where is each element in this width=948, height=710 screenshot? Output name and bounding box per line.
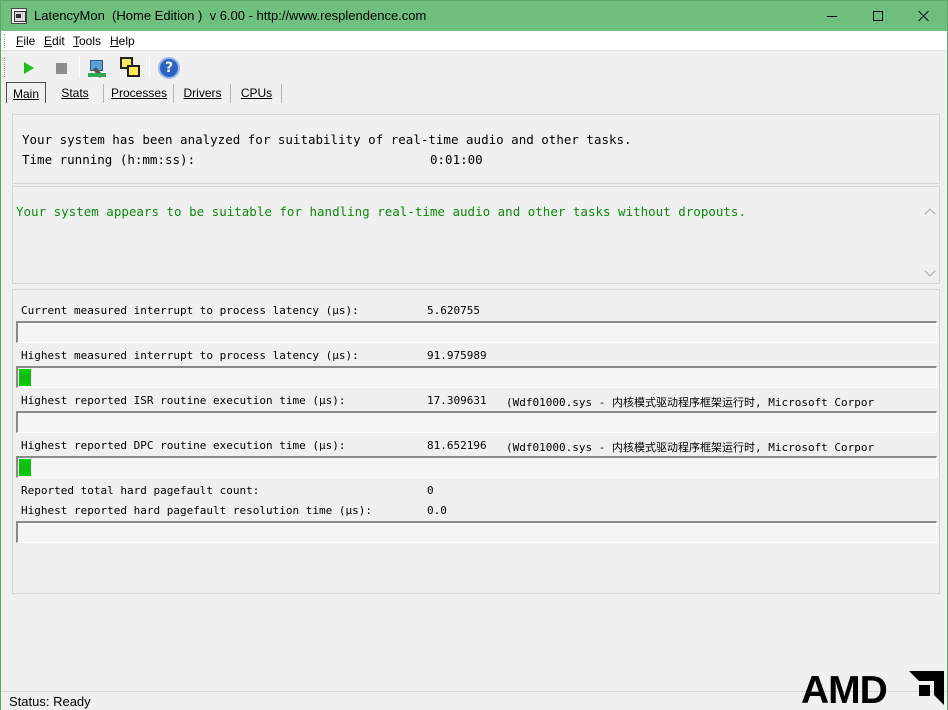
tool-button[interactable] (86, 56, 110, 80)
minimize-button[interactable] (809, 1, 855, 31)
toolbar-separator (79, 56, 80, 78)
tab-strip: Main Stats Processes Drivers CPUs (1, 82, 947, 104)
windows-icon (120, 57, 142, 79)
play-icon (24, 62, 34, 74)
maximize-icon (873, 11, 883, 21)
windows-button[interactable] (119, 56, 143, 80)
pagefault-count-value: 0 (427, 484, 434, 497)
tab-cpus-label: CPUs (240, 86, 273, 100)
info-panel: Your system has been analyzed for suitab… (12, 114, 940, 184)
verdict-text: Your system appears to be suitable for h… (16, 204, 746, 219)
pagefault-time-label: Highest reported hard pagefault resoluti… (21, 504, 372, 517)
status-text: Status: Ready (9, 694, 91, 709)
time-running-label: Time running (h:mm:ss): (22, 152, 196, 167)
latency-bar-fill (19, 369, 31, 386)
metric-value: 5.620755 (427, 304, 480, 317)
amd-arrow-icon (909, 671, 944, 705)
toolbar: ? (1, 52, 947, 82)
metric-value: 91.975989 (427, 349, 487, 362)
metric-value: 81.652196 (427, 439, 487, 452)
amd-logo-text: AMD (801, 669, 887, 707)
close-icon (918, 10, 930, 22)
app-icon[interactable] (11, 8, 27, 24)
tab-stats-label: Stats (61, 86, 89, 100)
metric-driver: (Wdf01000.sys - 内核模式驱动程序框架运行时, Microsoft… (506, 441, 875, 454)
analysis-summary: Your system has been analyzed for suitab… (22, 132, 632, 147)
title-bar[interactable]: LatencyMon (Home Edition ) v 6.00 - http… (1, 1, 947, 31)
menu-help[interactable]: Help (110, 34, 135, 48)
window-title: LatencyMon (Home Edition ) v 6.00 - http… (34, 8, 427, 23)
metrics-panel: Current measured interrupt to process la… (12, 289, 940, 594)
scroll-down-icon[interactable] (924, 265, 936, 277)
toolbar-separator-2 (149, 56, 150, 78)
amd-logo: AMD (801, 669, 944, 707)
pagefault-time-value: 0.0 (427, 504, 447, 517)
tab-processes[interactable]: Processes (104, 82, 174, 103)
latency-bar (16, 456, 937, 478)
maximize-button[interactable] (855, 1, 901, 31)
pagefault-count-label: Reported total hard pagefault count: (21, 484, 260, 497)
menu-grip (4, 34, 7, 48)
latency-bar-fill (19, 459, 31, 476)
menu-file[interactable]: File (16, 34, 35, 48)
tab-stats[interactable]: Stats (46, 82, 104, 103)
time-running-value: 0:01:00 (430, 152, 483, 167)
minimize-icon (827, 15, 837, 17)
metric-driver: (Wdf01000.sys - 内核模式驱动程序框架运行时, Microsoft… (506, 396, 875, 409)
stop-icon (55, 62, 67, 74)
pagefault-bar (16, 521, 937, 543)
tab-main-label: Main (12, 87, 39, 101)
tab-processes-label: Processes (110, 86, 168, 100)
stop-button[interactable] (49, 56, 73, 80)
close-button[interactable] (901, 1, 947, 31)
tool-icon (88, 58, 108, 78)
latency-bar (16, 411, 937, 433)
start-button[interactable] (17, 56, 41, 80)
toolbar-grip (4, 57, 7, 77)
menu-tools[interactable]: Tools (73, 34, 101, 48)
menu-edit[interactable]: Edit (44, 34, 65, 48)
tab-drivers[interactable]: Drivers (174, 82, 231, 103)
help-button[interactable]: ? (157, 56, 181, 80)
metric-label: Highest measured interrupt to process la… (21, 349, 359, 362)
latency-bar (16, 366, 937, 388)
help-icon: ? (158, 57, 180, 79)
tab-cpus[interactable]: CPUs (231, 82, 282, 103)
menu-bar: File Edit Tools Help (1, 31, 947, 51)
tab-main[interactable]: Main (6, 82, 46, 103)
app-window: LatencyMon (Home Edition ) v 6.00 - http… (0, 0, 948, 710)
metric-label: Highest reported DPC routine execution t… (21, 439, 346, 452)
scroll-up-icon[interactable] (924, 208, 936, 220)
metric-label: Highest reported ISR routine execution t… (21, 394, 346, 407)
latency-bar (16, 321, 937, 343)
metric-label: Current measured interrupt to process la… (21, 304, 359, 317)
metric-value: 17.309631 (427, 394, 487, 407)
verdict-panel[interactable]: Your system appears to be suitable for h… (12, 186, 940, 284)
tab-drivers-label: Drivers (183, 86, 222, 100)
